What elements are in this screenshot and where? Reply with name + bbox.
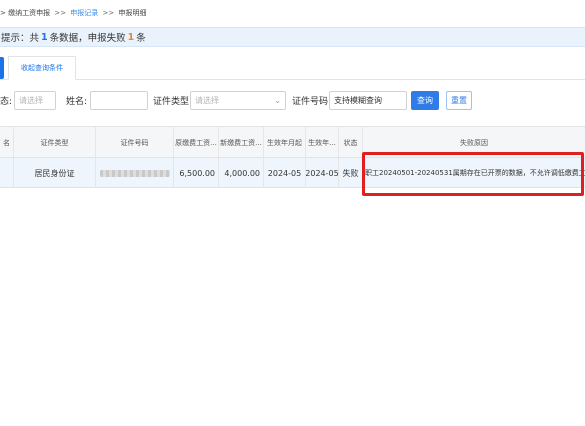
- column-header-status: 状态: [339, 127, 363, 159]
- chevron-down-icon: ⌄: [274, 96, 281, 105]
- hint-suffix: 条: [136, 33, 146, 44]
- hint-total-count: 1: [41, 31, 48, 43]
- column-header-old-wage: 原缴费工资...: [174, 127, 219, 159]
- column-header-new-wage: 新缴费工资...: [219, 127, 264, 159]
- breadcrumb-prefix: >: [0, 9, 9, 17]
- cell-new-wage: 4,000.00: [219, 158, 264, 188]
- hint-failed-count: 1: [127, 31, 135, 43]
- query-button[interactable]: 查询: [411, 91, 439, 110]
- redacted-id-number: [99, 169, 170, 177]
- column-header-start-month: 生效年月起: [264, 127, 306, 159]
- cell-old-wage: 6,500.00: [174, 158, 219, 188]
- breadcrumb-item-details: 申报明细: [118, 9, 147, 17]
- cell-end-month: 2024-05: [306, 158, 339, 188]
- breadcrumb-separator: >>: [102, 9, 115, 17]
- id-type-filter-label: 证件类型:: [153, 97, 193, 107]
- cell-id-number-redacted: [96, 158, 174, 188]
- breadcrumb: > 缴纳工资申报 >> 申报记录 >> 申报明细: [0, 8, 147, 22]
- id-type-select-placeholder: 请选择: [195, 96, 219, 105]
- active-tab-marker: [0, 57, 4, 79]
- cell-id-type: 居民身份证: [14, 158, 96, 188]
- hint-middle: 条数据，申报失败: [49, 33, 126, 44]
- filter-row: 态: 请选择 姓名: 证件类型: 请选择 ⌄ 证件号码: 支持模糊查询 查询 重…: [0, 90, 585, 112]
- cell-name: [0, 158, 14, 188]
- hint-prefix: 提示：共: [1, 33, 40, 44]
- cell-status: 失败: [339, 158, 363, 188]
- name-input[interactable]: [90, 91, 148, 110]
- name-filter-label: 姓名:: [66, 97, 88, 107]
- column-header-id-type: 证件类型: [14, 127, 96, 159]
- status-select-placeholder: 请选择: [19, 96, 43, 105]
- column-header-id-number: 证件号码: [96, 127, 174, 159]
- tabs-row: 收起查询条件: [0, 54, 585, 80]
- column-header-name: 名: [0, 127, 14, 159]
- id-number-input[interactable]: 支持模糊查询: [329, 91, 407, 110]
- id-number-filter-label: 证件号码:: [292, 97, 332, 107]
- breadcrumb-item-wage-declaration[interactable]: 缴纳工资申报: [8, 9, 50, 17]
- status-select[interactable]: 请选择: [14, 91, 56, 110]
- fail-reason-highlight-box: [362, 152, 584, 196]
- breadcrumb-separator: >>: [54, 9, 67, 17]
- reset-button[interactable]: 重置: [446, 91, 472, 110]
- summary-hint-bar: 提示：共 1 条数据，申报失败 1 条: [0, 27, 585, 47]
- status-filter-label: 态:: [0, 97, 13, 107]
- breadcrumb-item-records[interactable]: 申报记录: [70, 9, 98, 17]
- tab-collapse-query[interactable]: 收起查询条件: [8, 56, 76, 80]
- id-type-select[interactable]: 请选择 ⌄: [190, 91, 286, 110]
- column-header-end-month: 生效年...: [306, 127, 339, 159]
- cell-start-month: 2024-05: [264, 158, 306, 188]
